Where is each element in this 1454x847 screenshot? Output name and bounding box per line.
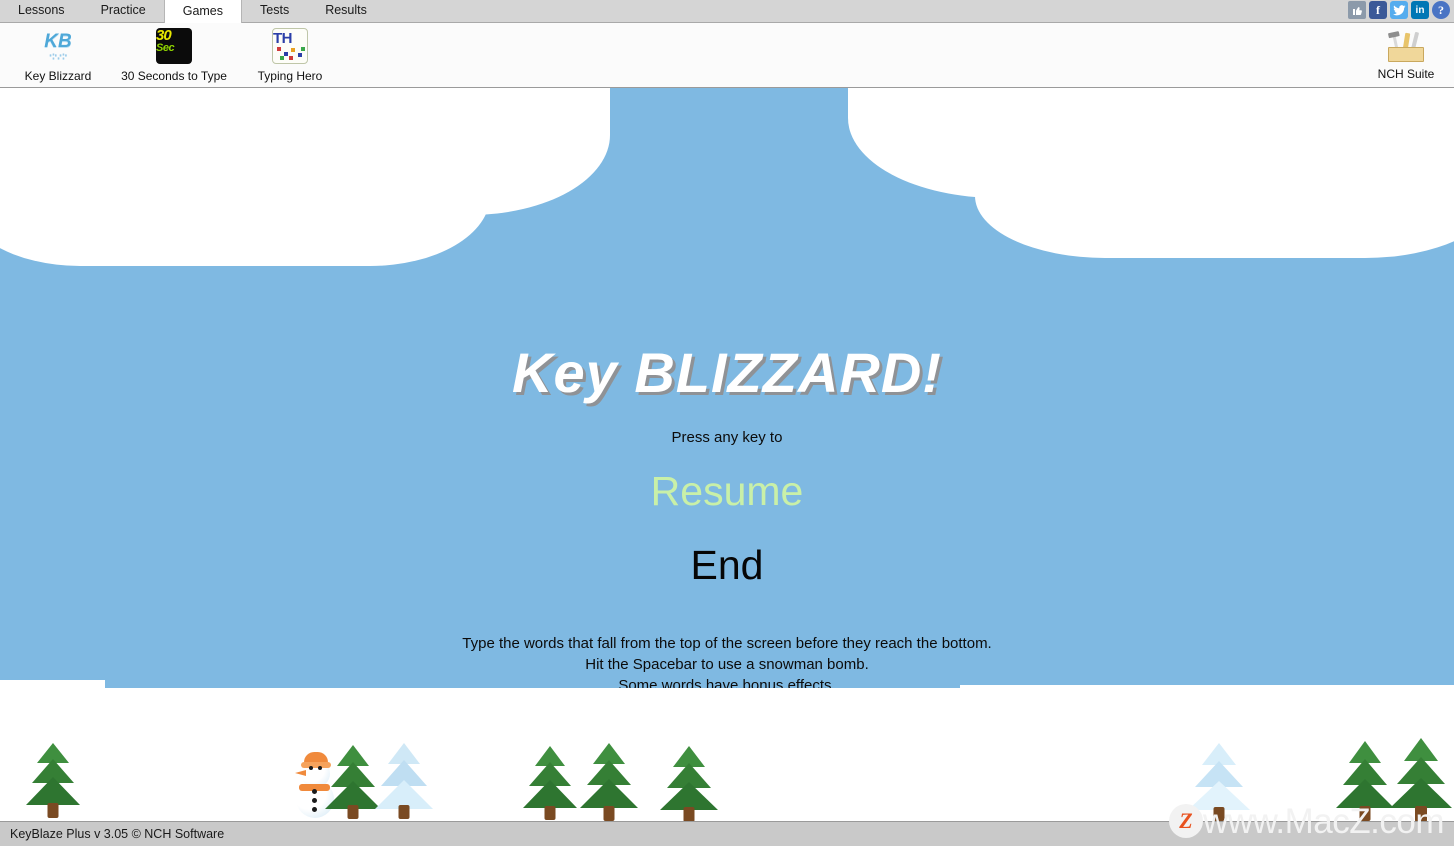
tree-sprite <box>580 743 638 821</box>
tree-sprite <box>522 746 578 821</box>
help-icon[interactable]: ? <box>1432 1 1450 19</box>
games-toolbar: KB Key Blizzard 30 Sec 30 Seconds to Typ… <box>0 23 1454 88</box>
twitter-icon[interactable] <box>1390 1 1408 19</box>
watermark-text: www.MacZ.com <box>1203 801 1444 841</box>
typing-hero-icon-wrap: TH <box>270 26 310 66</box>
status-bar-text: KeyBlaze Plus v 3.05 © NCH Software <box>10 827 225 841</box>
main-tab-bar: Lessons Practice Games Tests Results f i… <box>0 0 1454 23</box>
thirty-seconds-icon-wrap: 30 Sec <box>154 26 194 66</box>
linkedin-icon[interactable]: in <box>1411 1 1429 19</box>
cloud-left-b <box>0 88 300 264</box>
tree-sprite <box>325 745 381 821</box>
toolbar-item-label: Typing Hero <box>257 69 323 83</box>
toolbar-item-typing-hero[interactable]: TH Typing Hero <box>236 23 344 83</box>
typing-hero-icon: TH <box>272 28 308 64</box>
instruction-line: Hit the Spacebar to use a snowman bomb. <box>585 656 869 673</box>
snowy-tree-sprite <box>375 743 433 821</box>
watermark: Z www.MacZ.com <box>1084 795 1454 847</box>
facebook-icon[interactable]: f <box>1369 1 1387 19</box>
nch-suite-button[interactable]: NCH Suite <box>1364 26 1448 81</box>
nch-suite-label: NCH Suite <box>1377 67 1435 81</box>
thumbs-up-icon[interactable] <box>1348 1 1366 19</box>
toolbar-item-30-seconds-to-type[interactable]: 30 Sec 30 Seconds to Type <box>112 23 236 83</box>
tab-practice[interactable]: Practice <box>83 0 164 22</box>
menu-option-end[interactable]: End <box>0 542 1454 589</box>
toolbar-item-label: 30 Seconds to Type <box>121 69 227 83</box>
cloud-right-b <box>975 88 1454 258</box>
toolbar-item-label: Key Blizzard <box>24 69 92 83</box>
macz-logo-icon: Z <box>1169 804 1204 838</box>
game-title: Key BLIZZARD! <box>512 341 942 404</box>
toolbox-icon <box>1386 26 1426 64</box>
tree-sprite <box>26 743 80 821</box>
social-links: f in ? <box>1348 1 1450 19</box>
tab-games[interactable]: Games <box>163 0 243 23</box>
tree-sprite <box>660 746 718 821</box>
tab-results[interactable]: Results <box>307 0 385 22</box>
tab-tests[interactable]: Tests <box>242 0 307 22</box>
tab-lessons[interactable]: Lessons <box>0 0 83 22</box>
instruction-line: Type the words that fall from the top of… <box>462 635 992 652</box>
press-any-key-text: Press any key to <box>671 429 783 446</box>
thirty-seconds-icon: 30 Sec <box>156 28 192 64</box>
game-canvas[interactable]: Key BLIZZARD! Press any key to Resume En… <box>0 88 1454 821</box>
toolbar-item-key-blizzard[interactable]: KB Key Blizzard <box>4 23 112 84</box>
typing-hero-dots <box>275 47 305 61</box>
menu-option-resume[interactable]: Resume <box>0 468 1454 515</box>
key-blizzard-icon: KB <box>38 26 78 66</box>
